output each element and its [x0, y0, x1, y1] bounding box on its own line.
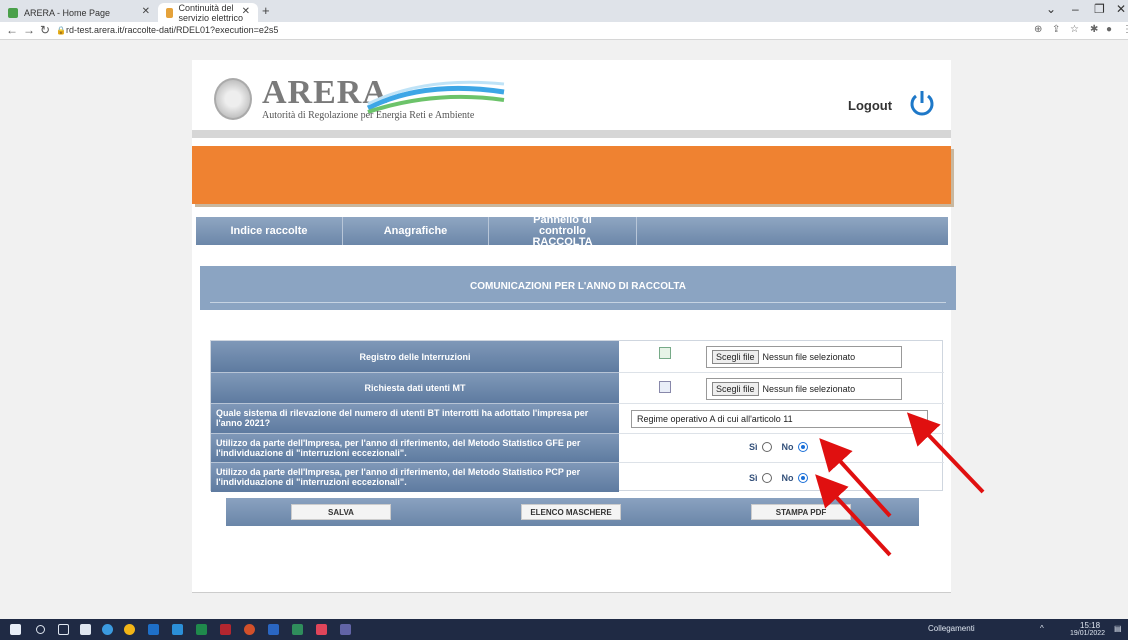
tab-home[interactable]: ARERA - Home Page ✕: [0, 3, 158, 22]
reload-icon[interactable]: ↻: [40, 23, 50, 37]
chrome-icon[interactable]: [124, 624, 135, 635]
sistema-select[interactable]: Regime operativo A di cui all'articolo 1…: [631, 410, 928, 428]
gfe-radio-group: Sì No: [749, 442, 818, 452]
arera-favicon-icon: [8, 7, 18, 18]
gfe-si-radio[interactable]: [761, 442, 772, 452]
close-window-icon[interactable]: ✕: [1116, 2, 1126, 16]
access-icon[interactable]: [220, 624, 231, 635]
tab-title: ARERA - Home Page: [24, 7, 111, 18]
pcp-label: Utilizzo da parte dell'Impresa, per l'an…: [211, 463, 619, 492]
outlook-icon[interactable]: [148, 624, 159, 635]
gfe-cell: Sì No: [619, 434, 944, 463]
zoom-icon[interactable]: ⊕: [1034, 24, 1042, 35]
menu-item-pannello[interactable]: Pannello di controllo RACCOLTA: [489, 214, 637, 247]
pcp-cell: Sì No: [619, 463, 944, 492]
new-tab-button[interactable]: +: [262, 3, 270, 18]
communication-form: Registro delle Interruzioni Scegli file …: [210, 340, 944, 492]
menu-item-anagrafiche[interactable]: Anagrafiche: [343, 217, 489, 245]
logo-subtitle: Autorità di Regolazione per Energia Reti…: [262, 110, 475, 121]
url-input[interactable]: rd-test.arera.it/raccolte-dati/RDEL01?ex…: [66, 25, 278, 35]
search-icon[interactable]: [36, 625, 45, 634]
close-tab-icon[interactable]: ✕: [242, 6, 250, 17]
maximize-icon[interactable]: ❐: [1094, 2, 1105, 16]
teams-icon[interactable]: [340, 624, 351, 635]
choose-file-button[interactable]: Scegli file: [712, 350, 759, 364]
bookmark-star-icon[interactable]: ☆: [1070, 24, 1079, 35]
header-divider: [192, 130, 951, 138]
registro-label: Registro delle Interruzioni: [211, 341, 619, 373]
collegamenti-label[interactable]: Collegamenti: [928, 624, 975, 633]
section-header: COMUNICAZIONI PER L'ANNO DI RACCOLTA: [200, 266, 956, 310]
action-bar: SALVA ELENCO MASCHERE STAMPA PDF: [226, 498, 919, 526]
richiesta-file-input[interactable]: Scegli file Nessun file selezionato: [706, 378, 902, 400]
project-icon[interactable]: [292, 624, 303, 635]
back-icon[interactable]: ←: [6, 23, 18, 37]
tab-search-icon[interactable]: ⌄: [1046, 2, 1056, 16]
gfe-no-radio[interactable]: [797, 442, 808, 452]
sistema-cell: Regime operativo A di cui all'articolo 1…: [619, 404, 944, 434]
share-icon[interactable]: ⇪: [1052, 24, 1060, 35]
menu-dots-icon[interactable]: ⋮: [1122, 24, 1128, 35]
power-icon[interactable]: [907, 88, 937, 118]
word-file-icon: [659, 381, 671, 393]
task-view-icon[interactable]: [58, 624, 69, 635]
richiesta-label: Richiesta dati utenti MT: [211, 373, 619, 404]
no-label: No: [781, 442, 794, 452]
orange-banner: [192, 146, 951, 204]
snip-icon[interactable]: [316, 624, 327, 635]
pcp-si-radio[interactable]: [761, 473, 772, 483]
address-bar: ← → ↻ 🔒 rd-test.arera.it/raccolte-dati/R…: [0, 22, 1128, 40]
excel-icon[interactable]: [196, 624, 207, 635]
mail-icon[interactable]: [80, 624, 91, 635]
minimize-icon[interactable]: –: [1072, 2, 1079, 16]
choose-file-button[interactable]: Scegli file: [712, 382, 759, 396]
chevron-down-icon: ⌄: [914, 412, 923, 423]
registro-cell: Scegli file Nessun file selezionato: [619, 341, 944, 373]
si-label: Sì: [749, 473, 758, 483]
ie-icon[interactable]: [102, 624, 113, 635]
sistema-label: Quale sistema di rilevazione del numero …: [211, 404, 619, 434]
pcp-no-radio[interactable]: [797, 473, 808, 483]
main-menu: Indice raccolte Anagrafiche Pannello di …: [196, 214, 948, 247]
profile-icon[interactable]: ●: [1106, 24, 1112, 35]
arera-favicon-icon: [166, 7, 173, 18]
excel-file-icon: [659, 347, 671, 359]
page-viewport: ARERA Autorità di Regolazione per Energi…: [0, 40, 1128, 619]
app-icon[interactable]: [172, 624, 183, 635]
browser-tab-bar: ARERA - Home Page ✕ Continuità del servi…: [0, 0, 1128, 23]
windows-start-icon[interactable]: [10, 624, 21, 635]
clock-time[interactable]: 15:18: [1080, 621, 1100, 630]
pcp-radio-group: Sì No: [749, 473, 818, 483]
elenco-maschere-button[interactable]: ELENCO MASCHERE: [521, 504, 621, 520]
tray-chevron-icon[interactable]: ^: [1040, 624, 1044, 633]
section-title: COMUNICAZIONI PER L'ANNO DI RACCOLTA: [470, 281, 686, 292]
close-tab-icon[interactable]: ✕: [142, 6, 150, 17]
logout-link[interactable]: Logout: [848, 98, 892, 113]
no-file-text: Nessun file selezionato: [762, 352, 856, 362]
word-icon[interactable]: [268, 624, 279, 635]
tab-continuita[interactable]: Continuità del servizio elettrico ✕: [158, 3, 258, 23]
registro-file-input[interactable]: Scegli file Nessun file selezionato: [706, 346, 902, 368]
si-label: Sì: [749, 442, 758, 452]
clock-date[interactable]: 19/01/2022: [1070, 630, 1105, 637]
republic-emblem-icon: [214, 78, 252, 120]
lock-icon: 🔒: [56, 26, 66, 35]
no-label: No: [781, 473, 794, 483]
logo-waves-icon: [366, 80, 505, 114]
menu-item-indice-raccolte[interactable]: Indice raccolte: [196, 217, 343, 245]
main-card: ARERA Autorità di Regolazione per Energi…: [192, 60, 956, 593]
section-underline: [210, 302, 946, 303]
stampa-pdf-button[interactable]: STAMPA PDF: [751, 504, 851, 520]
sistema-selected-value: Regime operativo A di cui all'articolo 1…: [637, 414, 793, 424]
windows-taskbar: Collegamenti ^ 15:18 19/01/2022 ▤: [0, 619, 1128, 640]
powerpoint-icon[interactable]: [244, 624, 255, 635]
no-file-text: Nessun file selezionato: [762, 384, 856, 394]
salva-button[interactable]: SALVA: [291, 504, 391, 520]
forward-icon[interactable]: →: [23, 23, 35, 37]
gfe-label: Utilizzo da parte dell'Impresa, per l'an…: [211, 434, 619, 463]
extensions-icon[interactable]: ✱: [1090, 24, 1098, 35]
richiesta-cell: Scegli file Nessun file selezionato: [619, 373, 944, 404]
notifications-icon[interactable]: ▤: [1114, 624, 1122, 633]
